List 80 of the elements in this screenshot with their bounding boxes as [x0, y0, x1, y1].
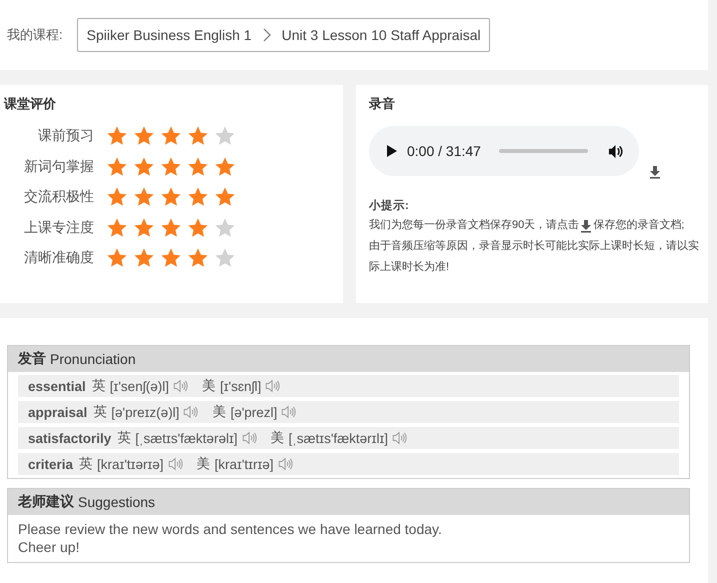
- tip-text: 我们为您每一份录音文档保存90天，请点击: [369, 218, 580, 233]
- accent-label: 美: [196, 455, 211, 473]
- rating-label: 清晰准确度: [23, 249, 94, 267]
- accent-label: 英: [79, 455, 94, 473]
- phonetic: [kraɪ'tɪrɪə]: [214, 456, 274, 472]
- star-icon: [214, 247, 236, 269]
- volume-icon[interactable]: [608, 144, 623, 158]
- phonetic: [ɪ'senʃ(ə)l]: [110, 378, 169, 394]
- tip-text: 由于音频压缩等原因，录音显示时长可能比实际上课时长短，请以实际上课时长为准!: [369, 238, 700, 275]
- star-icon: [214, 186, 236, 208]
- suggestion-text: Please review the new words and sentences we have learned today.: [18, 520, 443, 538]
- phonetic: [ɪ'sɛnʃl]: [220, 378, 262, 394]
- star-icon: [106, 186, 128, 208]
- accent-label: 美: [212, 403, 226, 421]
- speaker-icon[interactable]: [168, 457, 183, 471]
- star-icon: [214, 125, 236, 147]
- star-icon: [160, 156, 182, 178]
- star-icon: [133, 247, 155, 269]
- star-icon: [160, 247, 182, 269]
- speaker-icon[interactable]: [242, 431, 257, 445]
- star-icon: [106, 125, 128, 147]
- star-icon: [187, 186, 209, 208]
- panel-title: 课堂评价: [4, 95, 57, 113]
- speaker-icon[interactable]: [265, 379, 280, 393]
- phonetic: [ˌsætɪs'fæktərəlɪ]: [135, 430, 238, 446]
- word: essential: [28, 378, 86, 394]
- word: criteria: [28, 456, 74, 472]
- breadcrumb-item[interactable]: Unit 3 Lesson 10 Staff Appraisal: [282, 27, 481, 43]
- rating-label: 课前预习: [37, 127, 94, 145]
- rating-label: 新词句掌握: [23, 158, 94, 176]
- star-icon: [187, 247, 209, 269]
- speaker-icon[interactable]: [278, 457, 293, 471]
- star-icon: [187, 156, 209, 178]
- word: appraisal: [28, 404, 88, 420]
- rating-label: 交流积极性: [23, 188, 94, 206]
- header-text: Suggestions: [78, 494, 156, 510]
- audio-player[interactable]: 0:00 / 31:47: [369, 126, 639, 176]
- panel-title: 录音: [369, 95, 396, 113]
- phonetic: [ˌsætɪs'fæktərɪlɪ]: [288, 430, 388, 446]
- header-text: Pronunciation: [50, 351, 136, 367]
- download-icon: [580, 218, 592, 232]
- speaker-icon[interactable]: [172, 379, 188, 393]
- star-icon: [133, 186, 155, 208]
- header-text: 老师建议: [18, 493, 74, 511]
- accent-label: 英: [92, 377, 106, 395]
- breadcrumb-item[interactable]: Spiiker Business English 1: [86, 27, 252, 43]
- header-text: 发音: [18, 350, 46, 368]
- accent-label: 英: [93, 403, 108, 421]
- phonetic: [ə'preɪz(ə)l]: [111, 404, 180, 420]
- star-icon: [106, 216, 128, 238]
- speaker-icon[interactable]: [281, 405, 296, 419]
- star-icon: [214, 156, 236, 178]
- phonetic: [kraɪ'tɪərɪə]: [97, 456, 164, 472]
- tip-text: 保存您的录音文档;: [593, 218, 684, 233]
- accent-label: 美: [202, 377, 216, 395]
- star-icon: [160, 186, 182, 208]
- word: satisfactorily: [28, 430, 112, 446]
- star-icon: [160, 216, 182, 238]
- suggestion-text: Cheer up!: [18, 538, 80, 556]
- star-icon: [214, 216, 236, 238]
- accent-label: 美: [270, 429, 285, 447]
- chevron-icon: [262, 28, 272, 42]
- tip-label: 小提示:: [369, 198, 410, 213]
- download-icon[interactable]: [649, 165, 661, 179]
- speaker-icon[interactable]: [392, 431, 408, 445]
- star-icon: [133, 156, 155, 178]
- star-icon: [133, 216, 155, 238]
- star-icon: [160, 125, 182, 147]
- star-icon: [106, 247, 128, 269]
- star-icon: [187, 125, 209, 147]
- rating-label: 上课专注度: [23, 218, 94, 236]
- course-label: 我的课程:: [7, 26, 63, 44]
- speaker-icon[interactable]: [183, 405, 198, 419]
- star-icon: [106, 156, 128, 178]
- time-display: 0:00 / 31:47: [407, 143, 481, 159]
- phonetic: [ə'prezl]: [230, 404, 278, 420]
- star-icon: [133, 125, 155, 147]
- play-icon[interactable]: [387, 145, 397, 157]
- accent-label: 英: [117, 429, 132, 447]
- star-icon: [187, 216, 209, 238]
